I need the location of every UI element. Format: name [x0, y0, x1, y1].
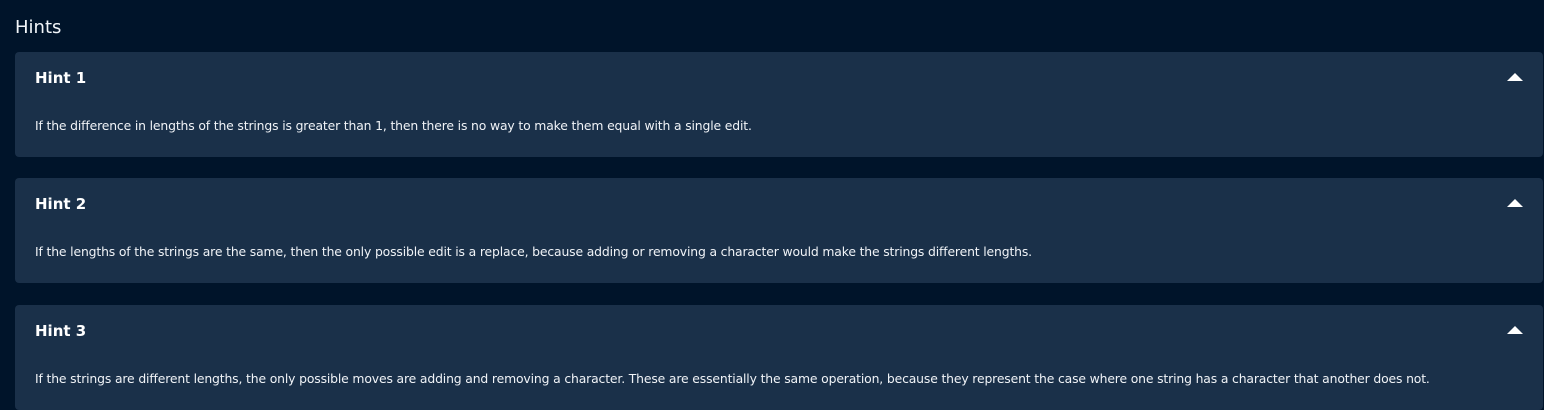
- chevron-up-icon[interactable]: [1507, 199, 1523, 207]
- hint-title[interactable]: Hint 2: [35, 194, 86, 214]
- hint-card-3[interactable]: Hint 3 If the strings are different leng…: [15, 305, 1543, 410]
- hint-body: If the lengths of the strings are the sa…: [35, 244, 1032, 259]
- chevron-up-icon[interactable]: [1507, 73, 1523, 81]
- hint-card-2[interactable]: Hint 2 If the lengths of the strings are…: [15, 178, 1543, 283]
- hint-card-1[interactable]: Hint 1 If the difference in lengths of t…: [15, 52, 1543, 157]
- hint-title[interactable]: Hint 1: [35, 68, 86, 88]
- chevron-up-icon[interactable]: [1507, 326, 1523, 334]
- hint-body: If the difference in lengths of the stri…: [35, 118, 752, 133]
- hint-body: If the strings are different lengths, th…: [35, 371, 1430, 386]
- hint-title[interactable]: Hint 3: [35, 321, 86, 341]
- hints-heading: Hints: [15, 17, 62, 38]
